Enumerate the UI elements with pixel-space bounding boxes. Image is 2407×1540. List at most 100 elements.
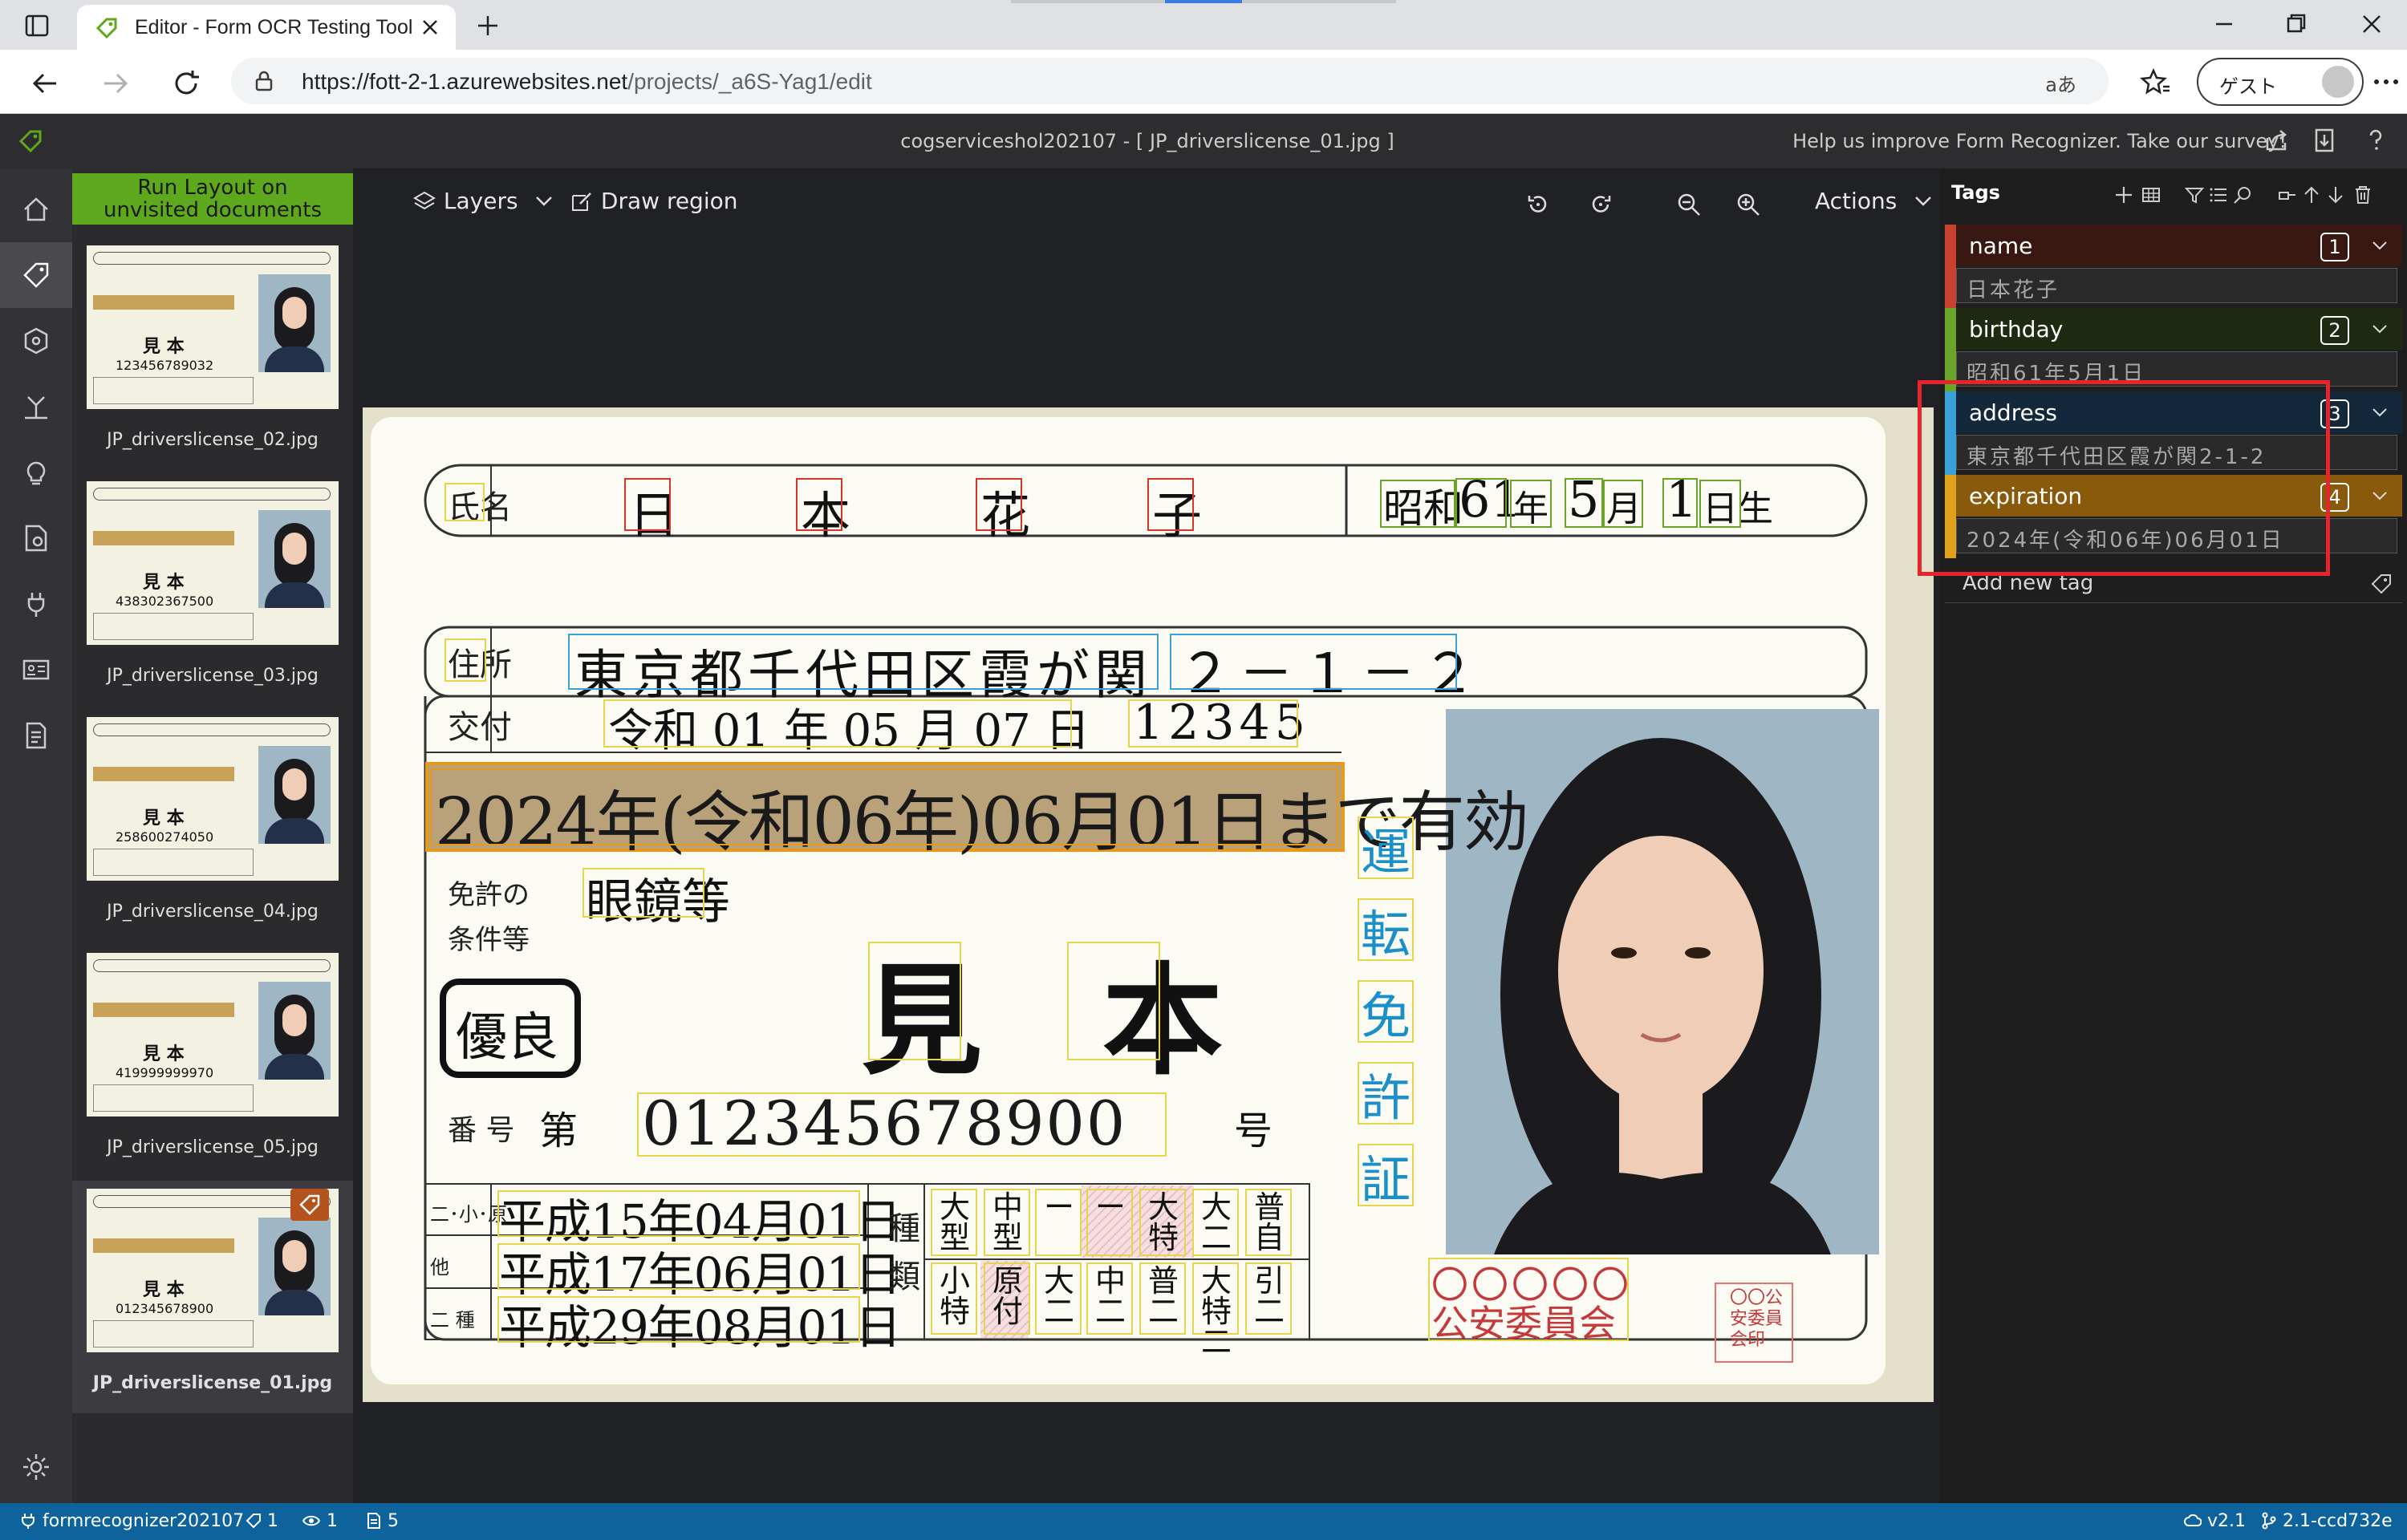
ocr-bounding-box[interactable] (430, 768, 1338, 845)
rail-train[interactable] (0, 308, 72, 374)
ocr-bounding-box[interactable] (1565, 478, 1603, 528)
survey-link[interactable]: Help us improve Form Recognizer. Take ou… (1792, 130, 2287, 152)
tag-color-swatch[interactable] (1945, 225, 1956, 308)
rail-home[interactable] (0, 176, 72, 242)
ocr-bounding-box[interactable] (1035, 1262, 1082, 1335)
ocr-bounding-box[interactable] (868, 942, 961, 1060)
document-thumbnail[interactable]: 見 本 012345678900 JP_driverslicense_01.jpg (72, 1181, 353, 1413)
ocr-bounding-box[interactable] (1192, 1262, 1239, 1335)
ocr-bounding-box[interactable] (1245, 1189, 1292, 1256)
ocr-bounding-box[interactable] (1086, 1262, 1133, 1335)
ocr-bounding-box[interactable] (1139, 1262, 1186, 1335)
rail-compose-model[interactable] (0, 374, 72, 440)
ocr-bounding-box[interactable] (931, 1189, 977, 1256)
ocr-bounding-box[interactable] (637, 1092, 1167, 1157)
ocr-bounding-box[interactable] (796, 478, 842, 531)
more-options-icon[interactable] (2372, 66, 2401, 98)
ocr-bounding-box[interactable] (931, 1262, 977, 1335)
ocr-bounding-box[interactable] (1455, 478, 1507, 528)
ocr-bounding-box[interactable] (444, 638, 486, 682)
run-layout-button[interactable]: Run Layout on unvisited documents (72, 173, 353, 225)
ocr-bounding-box[interactable] (1380, 480, 1455, 528)
ocr-bounding-box[interactable] (1358, 1062, 1414, 1125)
chevron-down-icon[interactable] (2370, 319, 2389, 338)
ocr-bounding-box[interactable] (1358, 898, 1414, 961)
chevron-down-icon[interactable] (2370, 486, 2389, 505)
ocr-bounding-box[interactable] (1035, 1189, 1082, 1256)
add-table-tag-icon[interactable] (2141, 184, 2161, 205)
ocr-bounding-box[interactable] (497, 1243, 860, 1290)
rail-id-document[interactable] (0, 637, 72, 703)
ocr-bounding-box[interactable] (1358, 1144, 1414, 1206)
ocr-bounding-box[interactable] (1662, 478, 1698, 528)
url-input[interactable]: https://fott-2-1.azurewebsites.net/proje… (231, 58, 2109, 104)
rotate-left-icon[interactable] (1524, 191, 1552, 218)
ocr-bounding-box[interactable] (1147, 478, 1194, 531)
ocr-bounding-box[interactable] (1358, 980, 1414, 1043)
tag-value-field[interactable]: 日本花子 (1956, 268, 2397, 303)
zoom-in-icon[interactable] (1735, 191, 1762, 218)
ocr-bounding-box[interactable] (1139, 1189, 1186, 1256)
document-thumbnail[interactable]: 見 本 438302367500 JP_driverslicense_03.jpg (72, 473, 353, 706)
ocr-bounding-box[interactable] (1358, 817, 1414, 879)
ocr-bounding-box[interactable] (984, 1189, 1030, 1256)
draw-region-button[interactable]: Draw region (570, 188, 738, 214)
document-thumbnail[interactable]: 見 本 123456789032 JP_driverslicense_02.jpg (72, 237, 353, 470)
ocr-bounding-box[interactable] (568, 634, 1159, 690)
close-tab-icon[interactable] (419, 16, 441, 38)
list-icon[interactable] (2208, 184, 2229, 205)
rail-connections[interactable] (0, 571, 72, 637)
rotate-right-icon[interactable] (1587, 191, 1614, 218)
lock-icon[interactable] (252, 69, 276, 93)
ocr-bounding-box[interactable] (1510, 480, 1552, 528)
ocr-bounding-box[interactable] (1192, 1189, 1239, 1256)
ocr-bounding-box[interactable] (1170, 634, 1457, 690)
actions-dropdown[interactable]: Actions (1815, 188, 1934, 214)
help-icon[interactable] (2362, 127, 2389, 154)
rail-settings[interactable] (0, 1434, 72, 1500)
ocr-bounding-box[interactable] (582, 868, 704, 918)
tag-item[interactable]: name 1 (1945, 225, 2402, 308)
browser-tab-active[interactable]: Editor - Form OCR Testing Tool (77, 5, 456, 50)
guest-profile-button[interactable]: ゲスト (2197, 58, 2364, 106)
read-aloud-icon[interactable]: aあ (2045, 69, 2076, 97)
rail-analyze[interactable] (0, 440, 72, 505)
document-thumbnail[interactable]: 見 本 419999999970 JP_driverslicense_05.jpg (72, 945, 353, 1177)
favorites-icon[interactable] (2137, 64, 2173, 99)
ocr-bounding-box[interactable] (1245, 1262, 1292, 1335)
ocr-bounding-box[interactable] (497, 1190, 860, 1237)
layers-dropdown[interactable]: Layers (412, 188, 555, 214)
delete-icon[interactable] (2352, 184, 2373, 205)
forward-icon[interactable] (98, 66, 133, 101)
tag-item[interactable]: birthday 2 (1945, 308, 2402, 391)
search-icon[interactable] (2232, 184, 2253, 205)
ocr-bounding-box[interactable] (1699, 480, 1741, 528)
ocr-bounding-box[interactable] (1428, 1258, 1629, 1341)
ocr-bounding-box[interactable] (976, 478, 1022, 531)
ocr-bounding-box[interactable] (1128, 699, 1298, 748)
document-canvas[interactable]: 氏名日本花子昭和 61 年 5 月 1 日生 住所 東京都千代田区霞が関 ２－１－２ 交付 令和 01… (363, 407, 1934, 1402)
zoom-out-icon[interactable] (1675, 191, 1703, 218)
move-down-icon[interactable] (2325, 184, 2346, 205)
rail-tag-editor[interactable] (0, 242, 72, 308)
ocr-bounding-box[interactable] (444, 483, 485, 521)
tag-color-swatch[interactable] (1945, 308, 1956, 391)
tab-actions-icon[interactable] (22, 11, 51, 40)
chevron-down-icon[interactable] (2370, 236, 2389, 255)
restore-icon[interactable] (2279, 8, 2314, 40)
add-tag-icon[interactable] (2113, 184, 2134, 205)
ocr-bounding-box[interactable] (1067, 942, 1160, 1060)
document-thumbnail[interactable]: 見 本 258600274050 JP_driverslicense_04.jpg (72, 709, 353, 942)
ocr-bounding-box[interactable] (1086, 1189, 1133, 1256)
new-tab-icon[interactable] (473, 11, 502, 40)
share-icon[interactable] (2263, 127, 2290, 154)
rail-layout[interactable] (0, 703, 72, 768)
ocr-bounding-box[interactable] (497, 1296, 860, 1343)
refresh-icon[interactable] (168, 66, 204, 101)
ocr-bounding-box[interactable] (603, 699, 1072, 748)
rail-prebuilt[interactable] (0, 505, 72, 571)
chevron-down-icon[interactable] (2370, 403, 2389, 422)
minimize-icon[interactable] (2206, 8, 2242, 40)
ocr-bounding-box[interactable] (984, 1262, 1030, 1335)
back-icon[interactable] (27, 66, 63, 101)
